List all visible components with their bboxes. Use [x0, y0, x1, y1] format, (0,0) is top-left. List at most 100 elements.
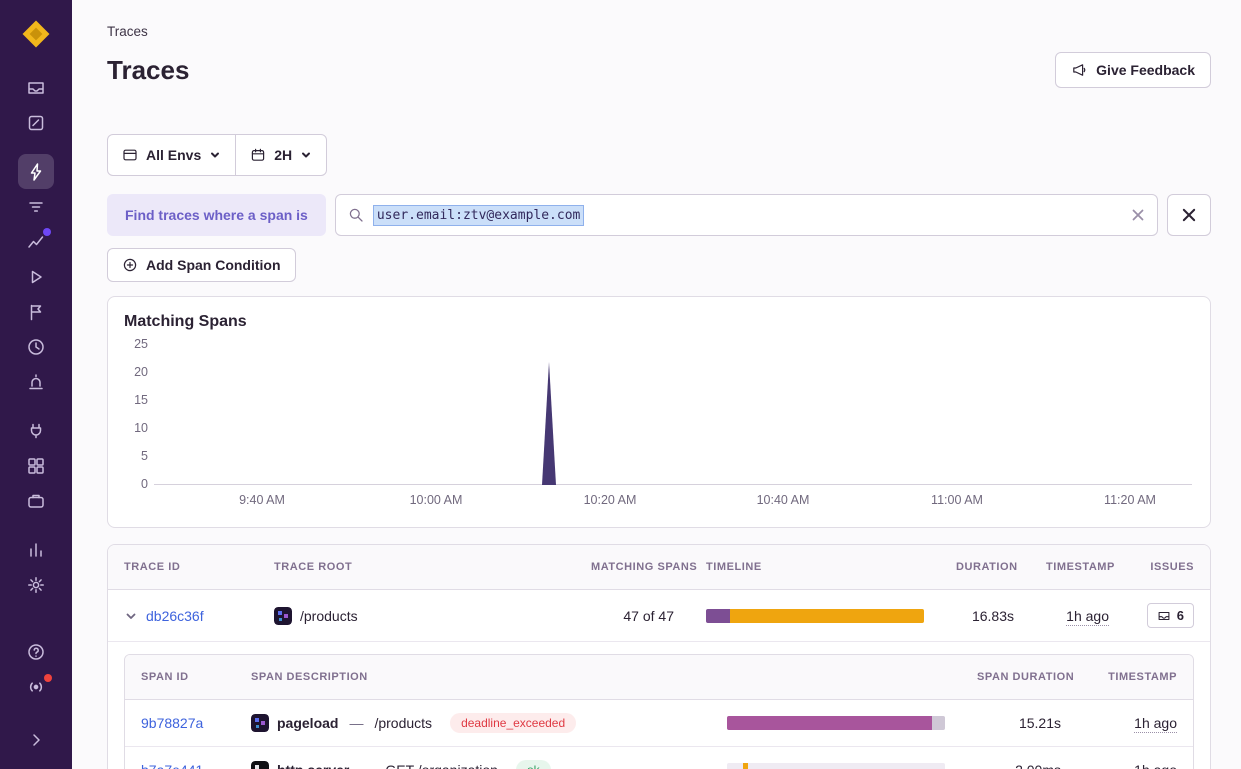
chevron-down-icon [209, 149, 221, 161]
sidebar-item-alerts[interactable] [18, 364, 54, 399]
sidebar-item-releases[interactable] [18, 294, 54, 329]
give-feedback-label: Give Feedback [1096, 62, 1195, 78]
timeline-segment-orange [743, 763, 748, 769]
chevron-right-icon [26, 730, 46, 750]
span-id-link[interactable]: 9b78827a [141, 715, 203, 731]
span-id-link[interactable]: b7a7e441 [141, 762, 203, 769]
span-query-row: Find traces where a span is user.email:z… [107, 194, 1211, 236]
col-span-id: SPAN ID [125, 655, 235, 699]
col-span-duration: SPAN DURATION [961, 655, 1077, 699]
project-avatar [274, 607, 292, 625]
trace-issues-button[interactable]: 6 [1147, 603, 1194, 628]
col-span-timeline [711, 661, 961, 693]
sidebar-item-crons[interactable] [18, 329, 54, 364]
sidebar-item-metrics[interactable] [18, 224, 54, 259]
trace-duration: 16.83s [940, 595, 1030, 637]
traces-icon [26, 162, 46, 182]
timeline-segment-magenta [727, 716, 932, 730]
y-tick: 5 [124, 449, 148, 463]
y-tick: 0 [124, 477, 148, 491]
sidebar-item-issues[interactable] [18, 70, 54, 105]
x-tick: 10:20 AM [584, 493, 637, 507]
sidebar-item-stats[interactable] [18, 532, 54, 567]
date-range-filter-label: 2H [274, 147, 292, 163]
environment-filter-label: All Envs [146, 147, 201, 163]
trace-timestamp[interactable]: 1h ago [1066, 608, 1109, 626]
chevron-down-icon [300, 149, 312, 161]
megaphone-icon [1071, 62, 1087, 78]
span-status-badge: ok [516, 760, 551, 769]
clock-icon [26, 337, 46, 357]
briefcase-icon [26, 491, 46, 511]
col-duration: DURATION [940, 545, 1030, 589]
sidebar-item-projects[interactable] [18, 105, 54, 140]
trace-timeline-bar[interactable] [706, 609, 924, 623]
page-header: Traces Give Feedback [107, 52, 1211, 88]
y-tick: 25 [124, 337, 148, 351]
span-timestamp[interactable]: 1h ago [1134, 762, 1177, 769]
sidebar-item-whats-new[interactable] [18, 669, 54, 704]
chart-spike [542, 362, 556, 485]
traces-table-header: TRACE ID TRACE ROOT MATCHING SPANS TIMEL… [108, 545, 1210, 590]
grid-icon [26, 456, 46, 476]
project-avatar [251, 761, 269, 769]
give-feedback-button[interactable]: Give Feedback [1055, 52, 1211, 88]
date-range-filter[interactable]: 2H [235, 135, 326, 175]
y-tick: 10 [124, 421, 148, 435]
sidebar-item-dashboards[interactable] [18, 448, 54, 483]
span-timeline-bar[interactable] [727, 763, 945, 769]
span-row: b7a7e441 http.server — GET /organization… [125, 746, 1193, 769]
clear-search-button[interactable] [1131, 208, 1145, 222]
spans-table: SPAN ID SPAN DESCRIPTION SPAN DURATION T… [124, 654, 1194, 769]
environment-filter[interactable]: All Envs [108, 135, 235, 175]
sidebar [0, 0, 72, 769]
new-feature-dot [43, 228, 51, 236]
add-span-condition-label: Add Span Condition [146, 257, 281, 273]
x-tick: 10:40 AM [757, 493, 810, 507]
span-description: GET /organization [385, 762, 498, 769]
add-span-condition-button[interactable]: Add Span Condition [107, 248, 296, 282]
sentry-logo[interactable] [16, 14, 56, 54]
span-search-input[interactable]: user.email:ztv@example.com [335, 194, 1158, 236]
spans-table-header: SPAN ID SPAN DESCRIPTION SPAN DURATION T… [125, 655, 1193, 700]
remove-condition-button[interactable] [1167, 194, 1211, 236]
x-tick: 9:40 AM [239, 493, 285, 507]
notification-dot [44, 674, 52, 682]
chart-title: Matching Spans [124, 313, 1194, 331]
search-query-value[interactable]: user.email:ztv@example.com [373, 205, 585, 226]
span-timeline-bar[interactable] [727, 716, 945, 730]
collapse-trace-chevron[interactable] [124, 609, 138, 623]
issues-icon [26, 78, 46, 98]
sidebar-item-integrations[interactable] [18, 413, 54, 448]
page-filter-group: All Envs 2H [107, 134, 327, 176]
span-timestamp[interactable]: 1h ago [1134, 715, 1177, 733]
chart-plot-area [154, 339, 1192, 487]
search-icon [348, 207, 364, 223]
y-tick: 15 [124, 393, 148, 407]
sidebar-group-explore [18, 154, 54, 399]
x-tick: 11:20 AM [1104, 493, 1156, 507]
play-icon [26, 267, 46, 287]
sidebar-group-tools [18, 413, 54, 518]
col-trace-root: TRACE ROOT [258, 545, 575, 589]
x-tick: 10:00 AM [410, 493, 463, 507]
sidebar-item-performance[interactable] [18, 189, 54, 224]
col-issues: ISSUES [1125, 545, 1210, 589]
bar-chart-icon [26, 540, 46, 560]
sidebar-collapse-button[interactable] [18, 722, 54, 757]
sidebar-item-help[interactable] [18, 634, 54, 669]
plug-icon [26, 421, 46, 441]
col-timeline: TIMELINE [690, 545, 940, 589]
x-tick: 11:00 AM [931, 493, 983, 507]
breadcrumb[interactable]: Traces [107, 24, 148, 39]
issues-badge-icon [1157, 609, 1171, 623]
matching-spans-panel: Matching Spans 25 20 15 10 5 0 9:40 AM 1… [107, 296, 1211, 528]
sidebar-item-traces[interactable] [18, 154, 54, 189]
sidebar-item-organization[interactable] [18, 483, 54, 518]
trace-id-link[interactable]: db26c36f [146, 608, 204, 624]
sidebar-item-settings[interactable] [18, 567, 54, 602]
span-op: pageload [277, 715, 338, 731]
timeline-segment-orange [730, 609, 924, 623]
sidebar-item-replays[interactable] [18, 259, 54, 294]
matching-spans-count: 47 of 47 [575, 595, 690, 637]
